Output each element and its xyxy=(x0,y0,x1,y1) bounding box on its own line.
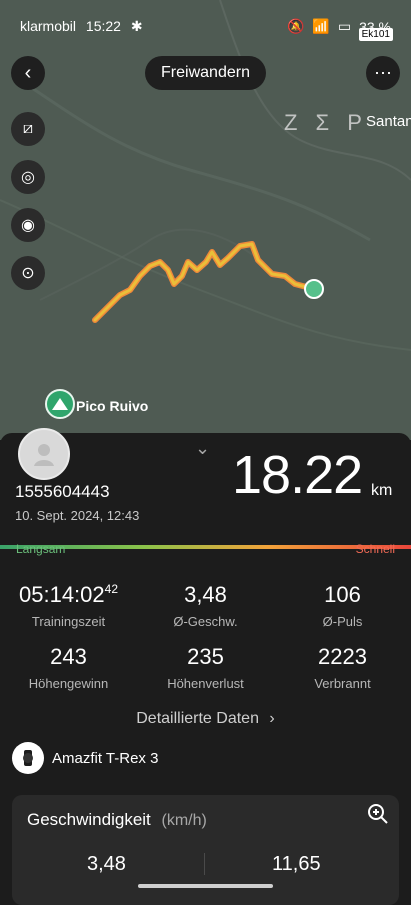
stat-value-sup: 42 xyxy=(104,582,118,596)
globe-off-icon: ◎ xyxy=(21,169,35,186)
stat-label: Ø-Geschw. xyxy=(173,614,238,629)
more-button[interactable]: ⋯ xyxy=(366,56,400,90)
map-locate-button[interactable]: ⊙ xyxy=(11,256,45,290)
battery-icon: ▭ xyxy=(337,18,352,34)
wifi-icon: 📶 xyxy=(312,18,330,34)
watch-icon xyxy=(12,742,44,774)
distance-unit: km xyxy=(371,482,393,499)
speed-title-text: Geschwindigkeit xyxy=(27,810,151,829)
stat-value: 2223 xyxy=(318,644,367,669)
detailed-data-link[interactable]: Detaillierte Daten › xyxy=(0,710,411,728)
device-row[interactable]: Amazfit T-Rex 3 xyxy=(12,740,158,776)
stat-avg-speed: 3,48 Ø-Geschw. xyxy=(137,582,274,629)
speed-card-title: Geschwindigkeit (km/h) xyxy=(27,810,207,830)
stat-label: Höhenverlust xyxy=(167,676,244,691)
map-layers-button[interactable]: ⧄ xyxy=(11,112,45,146)
speed-slow-label: Langsam xyxy=(16,542,66,556)
activity-title: Freiwandern xyxy=(145,56,266,90)
map-visibility-button[interactable]: ◉ xyxy=(11,208,45,242)
stat-value: 3,48 xyxy=(184,582,227,607)
stat-value: 106 xyxy=(324,582,361,607)
map-place-label: Santan xyxy=(366,113,411,130)
stat-value: 235 xyxy=(187,644,224,669)
time: 15:22 xyxy=(85,18,121,34)
back-button[interactable]: ‹ xyxy=(11,56,45,90)
stat-elevation-loss: 235 Höhenverlust xyxy=(137,644,274,691)
target-icon: ⊙ xyxy=(21,265,35,282)
back-icon: ‹ xyxy=(24,61,32,84)
poi-label: Pico Ruivo xyxy=(76,398,149,414)
stat-training-time: 05:14:0242 Trainingszeit xyxy=(0,582,137,629)
speed-fast-label: Schnell xyxy=(355,542,395,556)
stat-value: 243 xyxy=(50,644,87,669)
dnd-icon: 🔕 xyxy=(286,18,305,34)
stat-label: Höhengewinn xyxy=(28,676,109,691)
gesture-bar[interactable] xyxy=(138,884,273,888)
avatar[interactable] xyxy=(18,428,70,480)
chevron-right-icon: › xyxy=(269,710,275,727)
status-left: klarmobil 15:22 ✱ xyxy=(20,18,143,35)
device-name: Amazfit T-Rex 3 xyxy=(52,749,159,767)
more-icon: ⋯ xyxy=(374,62,392,83)
user-id: 1555604443 xyxy=(15,482,110,501)
speed-unit-text: (km/h) xyxy=(161,812,207,829)
user-icon xyxy=(34,444,54,466)
speed-avg-value: 3,48 xyxy=(87,853,126,875)
stat-avg-pulse: 106 Ø-Puls xyxy=(274,582,411,629)
stat-calories: 2223 Verbrannt xyxy=(274,644,411,691)
zoom-in-icon[interactable] xyxy=(367,803,389,830)
speed-max-value: 11,65 xyxy=(272,853,321,875)
layers-icon: ⧄ xyxy=(22,120,34,137)
distance-value: 18.22 xyxy=(232,445,363,505)
status-notice: Ek101 xyxy=(358,28,393,41)
status-bar: klarmobil 15:22 ✱ 🔕 📶 ▭ 33 % Ek101 xyxy=(0,0,411,50)
detailed-data-label: Detaillierte Daten xyxy=(136,710,259,727)
divider xyxy=(204,853,205,875)
eye-icon: ◉ xyxy=(21,217,35,234)
map-watermark: Z Σ P xyxy=(284,110,368,135)
stat-label: Verbrannt xyxy=(314,676,371,691)
bluetooth-icon: ✱ xyxy=(130,18,143,34)
carrier: klarmobil xyxy=(20,18,77,34)
speed-card: Geschwindigkeit (km/h) 3,48 11,65 xyxy=(12,795,399,905)
chevron-down-icon[interactable]: ⌄ xyxy=(195,438,210,459)
stat-label: Ø-Puls xyxy=(322,614,363,629)
stat-value: 05:14:02 xyxy=(19,582,105,607)
stat-label: Trainingszeit xyxy=(31,614,106,629)
stat-elevation-gain: 243 Höhengewinn xyxy=(0,644,137,691)
map-globe-button[interactable]: ◎ xyxy=(11,160,45,194)
activity-date: 10. Sept. 2024, 12:43 xyxy=(15,508,140,523)
